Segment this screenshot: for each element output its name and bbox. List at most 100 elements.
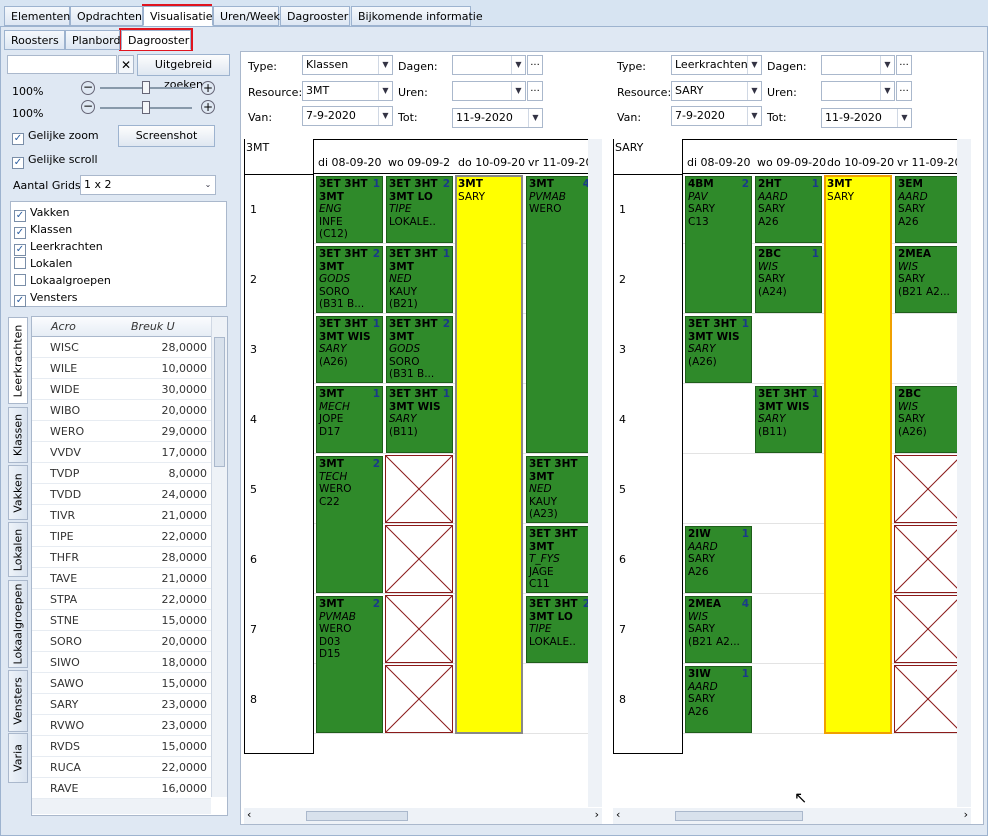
list-item[interactable]: SIWO 18,0000 xyxy=(32,652,211,673)
tot-date[interactable]: 11-9-2020 ▼ xyxy=(452,108,543,128)
zoom-plus-icon[interactable]: + xyxy=(201,81,215,95)
list-item[interactable]: RAVE 16,0000 xyxy=(32,778,211,799)
lesson-block[interactable]: 3ET 3HT 3MT NED KAUY (A23) xyxy=(526,456,588,523)
lesson-block[interactable]: 3ET 3HT 3MT WIS SARY (B11) 1 xyxy=(755,386,822,453)
zoom-plus-icon-2[interactable]: + xyxy=(201,100,215,114)
tab-opdrachten[interactable]: Opdrachten xyxy=(70,6,143,26)
checkbox-vakken[interactable]: ✓ Vakken xyxy=(14,206,70,222)
lesson-block[interactable]: 2IW AARD SARY A26 1 xyxy=(685,526,752,593)
lesson-block[interactable]: 2BC WIS SARY (A26) xyxy=(895,386,957,453)
vtab-vensters[interactable]: Vensters xyxy=(8,670,28,732)
checkbox-lokaalgroepen[interactable]: Lokaalgroepen xyxy=(14,274,111,287)
vtab-lokalen[interactable]: Lokalen xyxy=(8,522,28,577)
tab-elementen[interactable]: Elementen xyxy=(4,6,70,26)
lesson-block[interactable]: 3ET 3HT 3MT GODS SORO (B31 B... 2 xyxy=(316,246,383,313)
list-hscrollbar[interactable] xyxy=(32,798,211,814)
clear-icon[interactable]: ✕ xyxy=(118,55,134,74)
vtab-varia[interactable]: Varia xyxy=(8,733,28,783)
lesson-block[interactable]: 3ET 3HT 3MT GODS SORO (B31 B... 2 xyxy=(386,316,453,383)
lesson-block[interactable]: 3MT TECH WERO C22 2 xyxy=(316,456,383,593)
dagen-select-2[interactable]: ▼ xyxy=(821,55,895,75)
uren-more-button[interactable]: ... xyxy=(527,81,543,101)
list-item[interactable]: WILE 10,0000 xyxy=(32,358,211,379)
lesson-block[interactable]: 2MEA WIS SARY (B21 A2... 4 xyxy=(685,596,752,663)
uren-select[interactable]: ▼ xyxy=(452,81,526,101)
scroll-left-icon[interactable]: ‹ xyxy=(616,808,620,821)
dagen-more-button-2[interactable]: ... xyxy=(896,55,912,75)
zoom-minus-icon[interactable]: − xyxy=(81,81,95,95)
list-item[interactable]: WERO 29,0000 xyxy=(32,421,211,442)
list-item[interactable]: WIBO 20,0000 xyxy=(32,400,211,421)
scroll-thumb[interactable] xyxy=(675,811,803,821)
lesson-block[interactable]: 3ET 3HT 3MT T_FYS JAGE C11 xyxy=(526,526,588,593)
scroll-thumb[interactable] xyxy=(214,337,225,467)
list-item[interactable]: TIVR 21,0000 xyxy=(32,505,211,526)
list-item[interactable]: SARY 23,0000 xyxy=(32,694,211,715)
lesson-block[interactable]: 2MEA WIS SARY (B21 A2... xyxy=(895,246,957,313)
vtab-klassen[interactable]: Klassen xyxy=(8,407,28,463)
uren-select-2[interactable]: ▼ xyxy=(821,81,895,101)
list-item[interactable]: VVDV 17,0000 xyxy=(32,442,211,463)
vtab-lokaalgroepen[interactable]: Lokaalgroepen xyxy=(8,580,28,668)
list-item[interactable]: RUCA 22,0000 xyxy=(32,757,211,778)
scroll-thumb[interactable] xyxy=(306,811,408,821)
subtab-dagrooster[interactable]: Dagrooster xyxy=(121,30,191,50)
checkbox-vensters[interactable]: ✓ Vensters xyxy=(14,291,77,307)
tab-visualisatie[interactable]: Visualisatie xyxy=(143,6,213,26)
list-item[interactable]: TVDD 24,0000 xyxy=(32,484,211,505)
tab-uren-week[interactable]: Uren/Week xyxy=(213,6,280,26)
grid-left-vscrollbar[interactable] xyxy=(588,139,602,807)
resource-select[interactable]: 3MT ▼ xyxy=(302,81,393,101)
zoom-minus-icon-2[interactable]: − xyxy=(81,100,95,114)
type-select[interactable]: Klassen ▼ xyxy=(302,55,393,75)
slider-thumb[interactable] xyxy=(142,81,150,94)
list-item[interactable]: RVWO 23,0000 xyxy=(32,715,211,736)
grid-right-vscrollbar[interactable] xyxy=(957,139,971,807)
aantal-grids-select[interactable]: 1 x 2 ⌄ xyxy=(80,175,216,195)
column-acro[interactable]: Acro xyxy=(51,320,76,333)
list-item[interactable]: RVDS 15,0000 xyxy=(32,736,211,757)
uren-more-button-2[interactable]: ... xyxy=(896,81,912,101)
lesson-block[interactable]: 2BC WIS SARY (A24) 1 xyxy=(755,246,822,313)
tab-dagrooster[interactable]: Dagrooster xyxy=(280,6,350,26)
tab-bijkomende-informatie[interactable]: Bijkomende informatie xyxy=(351,6,483,26)
vtab-leerkrachten[interactable]: Leerkrachten xyxy=(8,317,28,404)
gelijke-zoom-checkbox[interactable]: ✓ Gelijke zoom xyxy=(12,129,99,145)
grid-right-hscrollbar[interactable]: ‹ › xyxy=(613,808,971,824)
column-breuk[interactable]: Breuk U xyxy=(131,320,175,333)
list-item[interactable]: STPA 22,0000 xyxy=(32,589,211,610)
selected-day-column[interactable] xyxy=(824,175,892,734)
lesson-block[interactable]: 2HT AARD SARY A26 1 xyxy=(755,176,822,243)
lesson-block[interactable]: 3MT SARY xyxy=(826,177,890,204)
lesson-block[interactable]: 3ET 3HT 3MT WIS SARY (A26) 1 xyxy=(316,316,383,383)
list-scrollbar[interactable] xyxy=(211,317,227,797)
lesson-block[interactable]: 3ET 3HT 3MT NED KAUY (B21) 1 xyxy=(386,246,453,313)
advanced-search-button[interactable]: Uitgebreid zoeken xyxy=(137,54,230,91)
scroll-left-icon[interactable]: ‹ xyxy=(247,808,251,821)
list-item[interactable]: STNE 15,0000 xyxy=(32,610,211,631)
lesson-block[interactable]: 3ET 3HT3MT LOTIPELOKALE.. 2 xyxy=(386,176,453,243)
list-item[interactable]: TIPE 22,0000 xyxy=(32,526,211,547)
subtab-roosters[interactable]: Roosters xyxy=(4,30,65,50)
gelijke-scroll-checkbox[interactable]: ✓ Gelijke scroll xyxy=(12,153,98,169)
zoom-slider-2[interactable] xyxy=(100,101,192,114)
tot-date-2[interactable]: 11-9-2020 ▼ xyxy=(821,108,912,128)
scroll-right-icon[interactable]: › xyxy=(595,808,599,821)
checkbox-leerkrachten[interactable]: ✓ Leerkrachten xyxy=(14,240,103,256)
lesson-block[interactable]: 3EM AARD SARY A26 xyxy=(895,176,957,243)
list-item[interactable]: TVDP 8,0000 xyxy=(32,463,211,484)
selected-day-column[interactable] xyxy=(455,175,523,734)
lesson-block[interactable]: 3MT PVMAB WERO D03 D15 2 xyxy=(316,596,383,733)
grid-left-hscrollbar[interactable]: ‹ › xyxy=(244,808,602,824)
list-item[interactable]: WISC 28,0000 xyxy=(32,337,211,358)
slider-thumb[interactable] xyxy=(142,101,150,114)
checkbox-klassen[interactable]: ✓ Klassen xyxy=(14,223,72,239)
list-item[interactable]: WIDE 30,0000 xyxy=(32,379,211,400)
zoom-slider-1[interactable] xyxy=(100,81,192,94)
van-date[interactable]: 7-9-2020 ▼ xyxy=(302,106,393,126)
dagen-more-button[interactable]: ... xyxy=(527,55,543,75)
list-item[interactable]: SORO 20,0000 xyxy=(32,631,211,652)
lesson-block[interactable]: 3MT MECH JOPE D17 1 xyxy=(316,386,383,453)
lesson-block[interactable]: 3MTPVMABWERO4 xyxy=(526,176,588,453)
lesson-block[interactable]: 3ET 3HT 3MT ENG INFE (C12) 1 xyxy=(316,176,383,243)
